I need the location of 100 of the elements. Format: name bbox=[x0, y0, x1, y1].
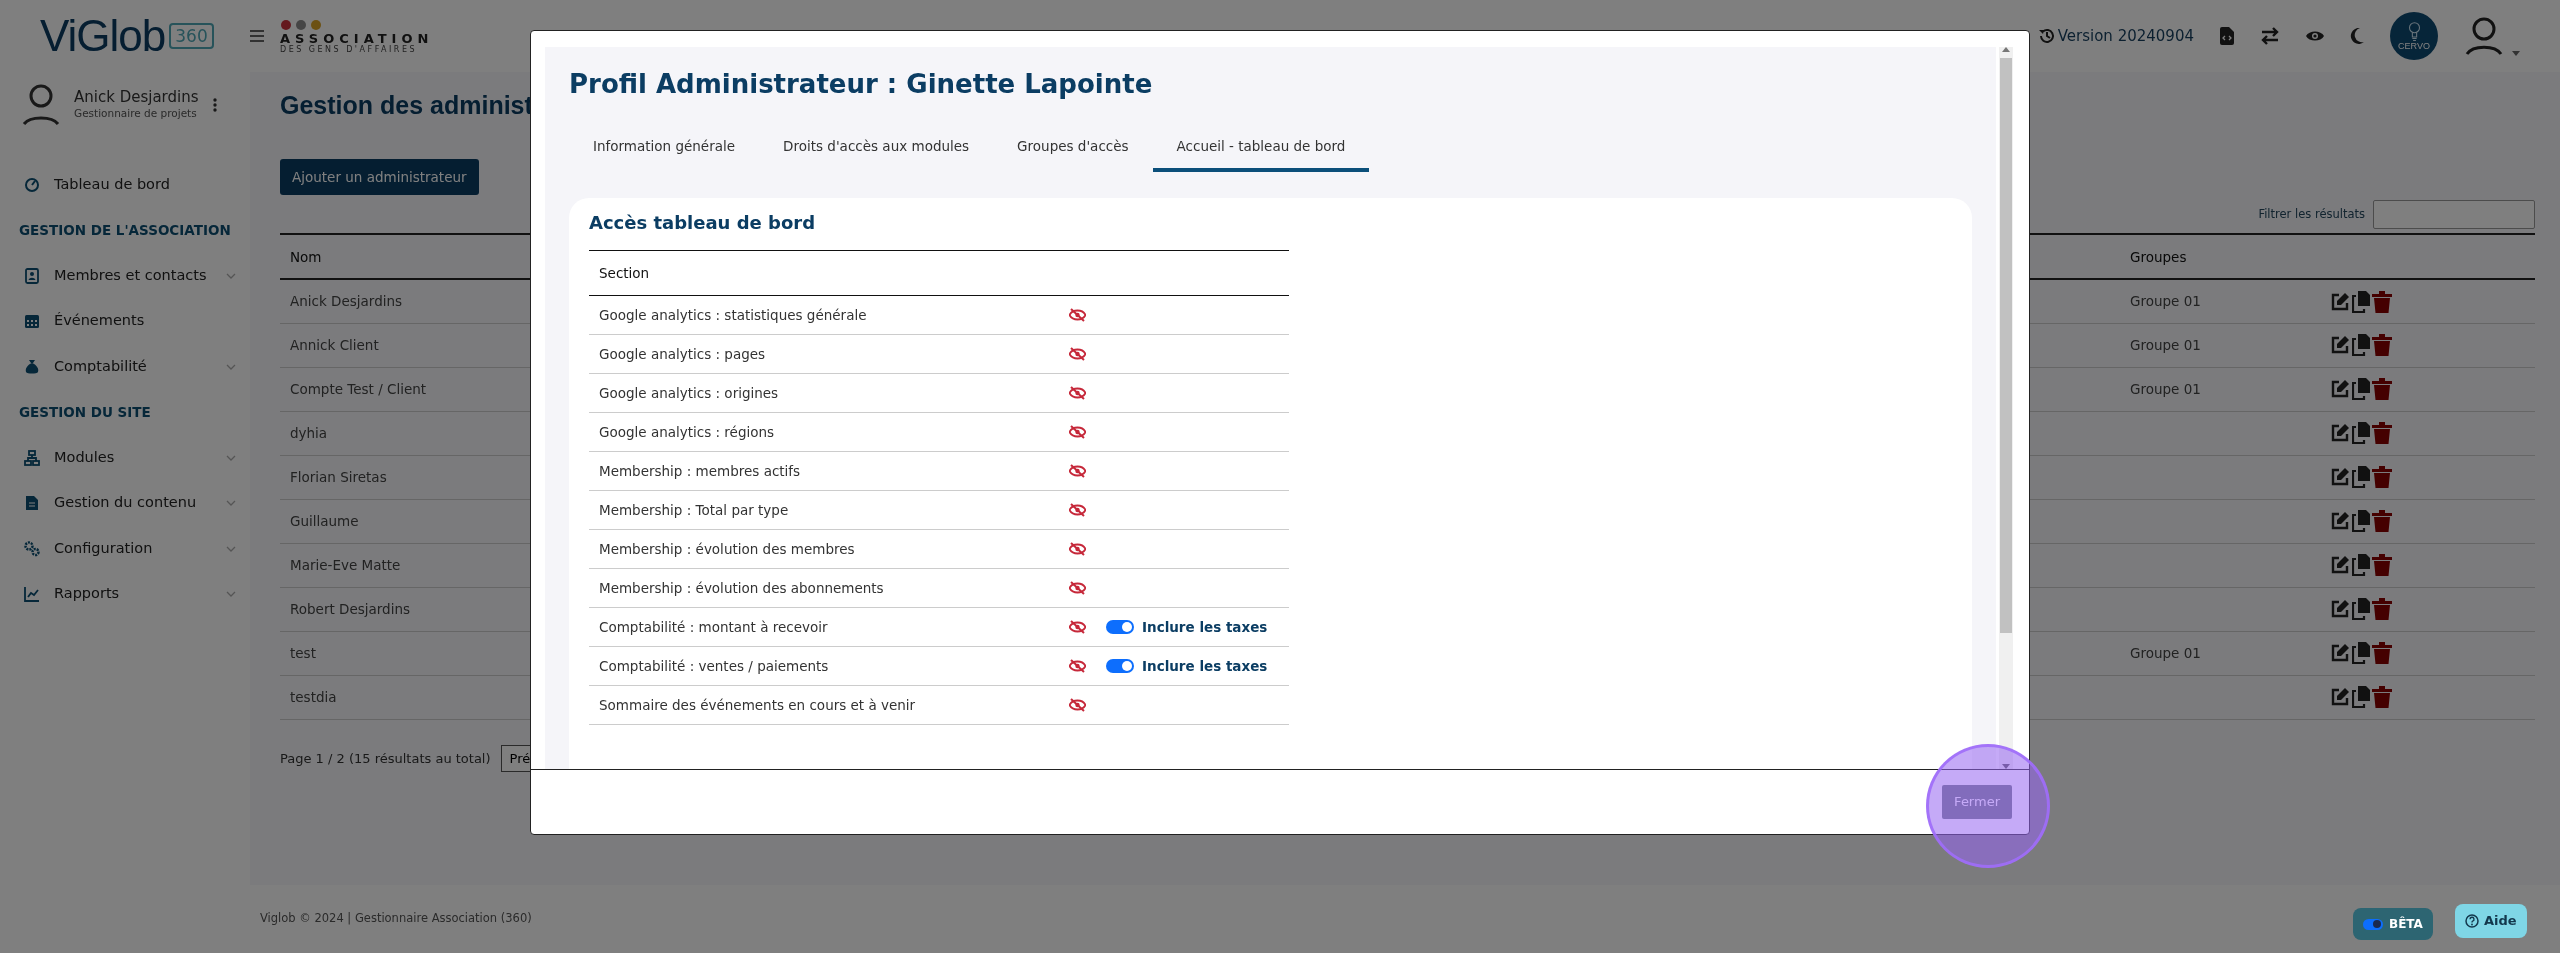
filter-label: Filtrer les résultats bbox=[2258, 206, 2365, 224]
trash-icon[interactable] bbox=[2372, 598, 2392, 621]
file-code-icon[interactable] bbox=[2220, 27, 2234, 45]
tab[interactable]: Droits d'accès aux modules bbox=[759, 126, 994, 173]
section-heading: GESTION DE L'ASSOCIATION bbox=[18, 221, 232, 241]
eye-slash-icon[interactable] bbox=[1069, 308, 1086, 323]
sidebar-item[interactable]: Comptabilité bbox=[0, 344, 250, 390]
copy-icon[interactable] bbox=[2352, 686, 2370, 709]
sidebar-item[interactable]: Modules bbox=[0, 435, 250, 481]
filter-field[interactable] bbox=[2373, 200, 2535, 230]
sidebar-item[interactable]: Événements bbox=[0, 298, 250, 344]
user-name: Anick Desjardins bbox=[74, 88, 199, 107]
toggle-switch[interactable] bbox=[1106, 620, 1134, 635]
toggle-label: Inclure les taxes bbox=[1142, 656, 1268, 676]
edit-icon[interactable] bbox=[2330, 291, 2350, 312]
more-icon[interactable] bbox=[212, 98, 217, 112]
trash-icon[interactable] bbox=[2372, 422, 2392, 445]
edit-icon[interactable] bbox=[2330, 643, 2350, 664]
scroll-up-icon bbox=[2002, 47, 2010, 52]
trash-icon[interactable] bbox=[2372, 686, 2392, 709]
copy-icon[interactable] bbox=[2352, 642, 2370, 665]
eye-slash-icon[interactable] bbox=[1069, 425, 1086, 440]
trash-icon[interactable] bbox=[2372, 334, 2392, 357]
table-cell: Groupe 01 bbox=[2130, 293, 2201, 310]
table-cell: Google analytics : pages bbox=[589, 334, 1059, 374]
table-cell: Google analytics : statistiques générale bbox=[589, 295, 1059, 335]
sidebar-item[interactable]: Tableau de bord bbox=[0, 162, 250, 208]
document-icon bbox=[24, 495, 40, 512]
edit-icon[interactable] bbox=[2330, 379, 2350, 400]
eye-icon[interactable] bbox=[2306, 30, 2324, 42]
edit-icon[interactable] bbox=[2330, 511, 2350, 532]
edit-icon[interactable] bbox=[2330, 555, 2350, 576]
gears-icon bbox=[24, 540, 40, 557]
trash-icon[interactable] bbox=[2372, 290, 2392, 313]
help-button[interactable]: Aide bbox=[2455, 904, 2527, 938]
pagination-summary: Page 1 / 2 (15 résultats au total) bbox=[280, 749, 491, 768]
user-role: Gestionnaire de projets bbox=[74, 106, 198, 122]
moon-icon[interactable] bbox=[2350, 28, 2364, 44]
copy-icon[interactable] bbox=[2352, 466, 2370, 489]
column-header: Section bbox=[589, 250, 1059, 296]
trash-icon[interactable] bbox=[2372, 642, 2392, 665]
sidebar-item[interactable]: Configuration bbox=[0, 526, 250, 572]
eye-slash-icon[interactable] bbox=[1069, 620, 1086, 635]
edit-icon[interactable] bbox=[2330, 599, 2350, 620]
column-header: Groupes bbox=[2120, 234, 2320, 280]
table-cell: Groupe 01 bbox=[2130, 645, 2201, 662]
logo-badge: 360 bbox=[169, 22, 214, 50]
scroll-down-icon bbox=[2002, 764, 2010, 769]
copy-icon[interactable] bbox=[2352, 378, 2370, 401]
money-bag-icon bbox=[24, 358, 40, 375]
user-icon[interactable] bbox=[2464, 16, 2504, 56]
caret-icon[interactable] bbox=[2512, 51, 2520, 56]
eye-slash-icon[interactable] bbox=[1069, 542, 1086, 557]
eye-slash-icon[interactable] bbox=[1069, 581, 1086, 596]
eye-slash-icon[interactable] bbox=[1069, 503, 1086, 518]
gauge-icon bbox=[24, 176, 40, 193]
tab[interactable]: Groupes d'accès bbox=[993, 126, 1153, 173]
edit-icon[interactable] bbox=[2330, 687, 2350, 708]
add-admin-button[interactable]: Ajouter un administrateur bbox=[280, 159, 479, 196]
sidebar-item[interactable]: Gestion du contenu bbox=[0, 480, 250, 526]
scrollbar[interactable] bbox=[1999, 47, 2013, 769]
eye-slash-icon[interactable] bbox=[1069, 698, 1086, 713]
toggle-switch[interactable] bbox=[1106, 659, 1134, 674]
logo-text: ViGlob bbox=[40, 14, 166, 58]
beta-toggle[interactable]: BÊTA bbox=[2353, 908, 2433, 940]
trash-icon[interactable] bbox=[2372, 554, 2392, 577]
trash-icon[interactable] bbox=[2372, 466, 2392, 489]
copy-icon[interactable] bbox=[2352, 554, 2370, 577]
copy-icon[interactable] bbox=[2352, 290, 2370, 313]
trash-icon[interactable] bbox=[2372, 378, 2392, 401]
edit-icon[interactable] bbox=[2330, 335, 2350, 356]
calendar-icon bbox=[24, 313, 40, 330]
sidebar-item[interactable]: Rapports bbox=[0, 571, 250, 617]
edit-icon[interactable] bbox=[2330, 423, 2350, 444]
swap-icon[interactable] bbox=[2260, 27, 2280, 45]
edit-icon[interactable] bbox=[2330, 467, 2350, 488]
table-cell: Sommaire des événements en cours et à venir bbox=[589, 685, 1059, 725]
menu-icon[interactable] bbox=[250, 30, 264, 42]
org-subtitle: DES GENS D'AFFAIRES bbox=[280, 45, 419, 54]
table-cell: Membership : évolution des membres bbox=[589, 529, 1059, 569]
copy-icon[interactable] bbox=[2352, 334, 2370, 357]
line-chart-icon bbox=[24, 586, 40, 603]
sidebar-item[interactable]: Membres et contacts bbox=[0, 253, 250, 299]
assistant-avatar[interactable]: CERVO bbox=[2390, 12, 2438, 60]
trash-icon[interactable] bbox=[2372, 510, 2392, 533]
copy-icon[interactable] bbox=[2352, 510, 2370, 533]
tab[interactable]: Accueil - tableau de bord bbox=[1152, 126, 1370, 173]
eye-slash-icon[interactable] bbox=[1069, 464, 1086, 479]
copy-icon[interactable] bbox=[2352, 598, 2370, 621]
user-icon bbox=[22, 84, 60, 126]
copy-icon[interactable] bbox=[2352, 422, 2370, 445]
eye-slash-icon[interactable] bbox=[1069, 347, 1086, 362]
table-cell: Membership : évolution des abonnements bbox=[589, 568, 1059, 608]
sitemap-icon bbox=[24, 449, 40, 466]
eye-slash-icon[interactable] bbox=[1069, 386, 1086, 401]
table-cell: Google analytics : origines bbox=[589, 373, 1059, 413]
tab[interactable]: Information générale bbox=[569, 126, 760, 173]
table-cell: Google analytics : régions bbox=[589, 412, 1059, 452]
table-cell: Comptabilité : montant à recevoir bbox=[589, 607, 1059, 647]
eye-slash-icon[interactable] bbox=[1069, 659, 1086, 674]
